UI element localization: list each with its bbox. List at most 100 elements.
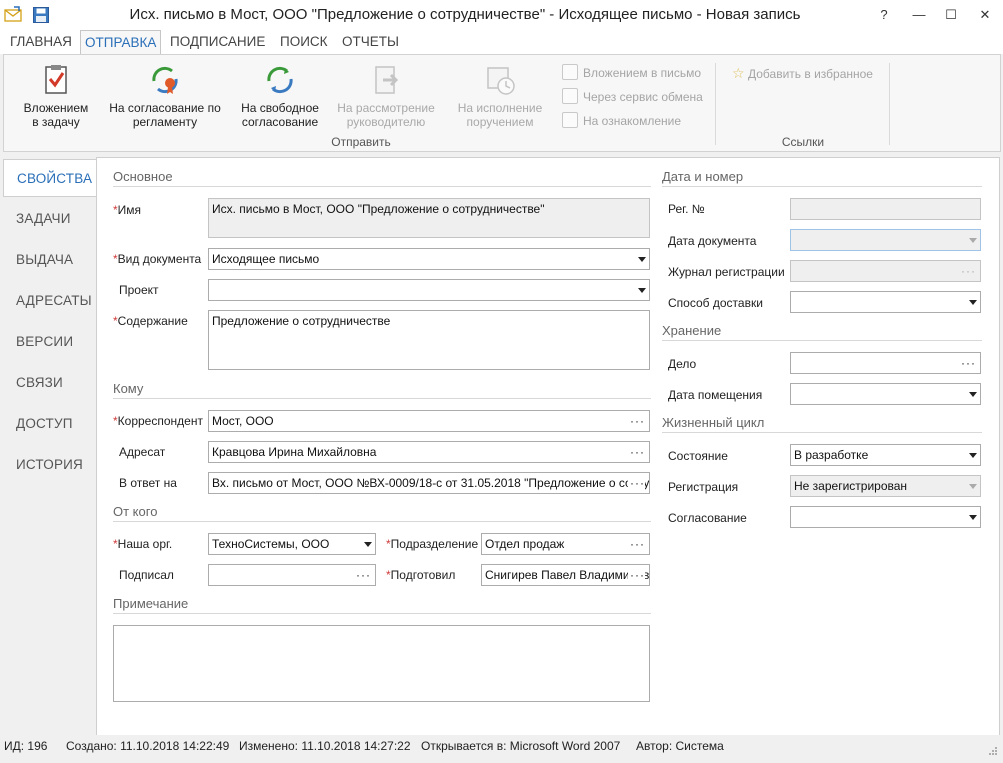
addressee-field[interactable]: Кравцова Ирина Михайловна ··· xyxy=(208,441,650,463)
name-field[interactable]: Исх. письмо в Мост, ООО "Предложение о с… xyxy=(208,198,650,238)
star-icon: ☆ xyxy=(732,65,745,81)
ribbon-separator xyxy=(889,63,890,145)
reply-to-value: Вх. письмо от Мост, ООО №ВХ-0009/18-с от… xyxy=(212,476,649,490)
section-storage: Хранение xyxy=(662,323,722,338)
window-title: Исх. письмо в Мост, ООО "Предложение о с… xyxy=(129,6,801,23)
attach-to-task-label2: в задачу xyxy=(32,115,80,129)
ribbon-tabs: ГЛАВНАЯ ОТПРАВКА ПОДПИСАНИЕ ПОИСК ОТЧЕТЫ xyxy=(0,30,1003,55)
case-field[interactable]: ··· xyxy=(790,352,981,374)
approval-select[interactable] xyxy=(790,506,981,528)
content-textarea[interactable]: Предложение о сотрудничестве xyxy=(208,310,650,370)
ellipsis-icon[interactable]: ··· xyxy=(356,565,371,585)
tab-signing[interactable]: ПОДПИСАНИЕ xyxy=(166,30,269,54)
section-divider xyxy=(662,186,982,187)
nav-tasks[interactable]: ЗАДАЧИ xyxy=(3,200,97,238)
ellipsis-icon[interactable]: ··· xyxy=(630,534,645,554)
section-from: От кого xyxy=(113,504,158,519)
placed-date-select[interactable] xyxy=(790,383,981,405)
nav-history[interactable]: ИСТОРИЯ xyxy=(3,446,97,484)
attach-to-task-button[interactable]: Вложением в задачу xyxy=(6,61,106,129)
exchange-icon xyxy=(562,88,578,104)
nav-access[interactable]: ДОСТУП xyxy=(3,405,97,443)
route-approval-button[interactable]: На согласование по регламенту xyxy=(108,61,222,129)
free-approval-button[interactable]: На свободное согласование xyxy=(230,61,330,129)
section-lifecycle: Жизненный цикл xyxy=(662,415,765,430)
chevron-down-icon xyxy=(969,453,977,458)
department-field[interactable]: Отдел продаж ··· xyxy=(481,533,650,555)
attach-to-task-label1: Вложением xyxy=(23,101,89,115)
nav-issue[interactable]: ВЫДАЧА xyxy=(3,241,97,279)
correspondent-field[interactable]: Мост, ООО ··· xyxy=(208,410,650,432)
nav-versions[interactable]: ВЕРСИИ xyxy=(3,323,97,361)
title-bar: Исх. письмо в Мост, ООО "Предложение о с… xyxy=(0,0,1003,30)
doctype-select[interactable]: Исходящее письмо xyxy=(208,248,650,270)
signed-field[interactable]: ··· xyxy=(208,564,376,586)
ellipsis-icon: ··· xyxy=(961,264,976,278)
execution-order-label1: На исполнение xyxy=(457,101,543,115)
chevron-down-icon xyxy=(638,257,646,262)
delivery-select[interactable] xyxy=(790,291,981,313)
ellipsis-icon[interactable]: ··· xyxy=(630,442,645,462)
route-approval-label1: На согласование по xyxy=(109,101,221,115)
tab-search[interactable]: ПОИСК xyxy=(276,30,332,54)
minimize-button[interactable]: — xyxy=(904,4,934,26)
tab-send[interactable]: ОТПРАВКА xyxy=(80,30,162,55)
reply-to-label: В ответ на xyxy=(119,476,177,490)
department-value: Отдел продаж xyxy=(485,537,565,551)
status-id: ИД: 196 xyxy=(4,739,48,753)
tab-main[interactable]: ГЛАВНАЯ xyxy=(6,30,76,54)
chevron-down-icon xyxy=(969,238,977,243)
section-to: Кому xyxy=(113,381,144,396)
project-select[interactable] xyxy=(208,279,650,301)
section-note: Примечание xyxy=(113,596,189,611)
section-main: Основное xyxy=(113,169,173,184)
attach-to-email-button: Вложением в письмо xyxy=(562,63,701,83)
links-group-label: Ссылки xyxy=(781,135,825,149)
nav-properties[interactable]: СВОЙСТВА xyxy=(3,159,98,197)
ellipsis-icon[interactable]: ··· xyxy=(628,565,645,585)
tab-reports[interactable]: ОТЧЕТЫ xyxy=(338,30,403,54)
ellipsis-icon[interactable]: ··· xyxy=(630,411,645,431)
reply-to-field[interactable]: Вх. письмо от Мост, ООО №ВХ-0009/18-с от… xyxy=(208,472,650,494)
document-forward-icon xyxy=(369,63,403,97)
status-bar: ИД: 196 Создано: 11.10.2018 14:22:49 Изм… xyxy=(0,735,1003,757)
org-label: *Наша орг. xyxy=(113,537,173,551)
maximize-button[interactable]: ☐ xyxy=(936,4,966,26)
state-value: В разработке xyxy=(794,448,869,462)
chevron-down-icon xyxy=(638,288,646,293)
status-modified: Изменено: 11.10.2018 14:27:22 xyxy=(239,739,411,753)
department-label: *Подразделение xyxy=(386,537,479,551)
close-button[interactable]: ✕ xyxy=(970,4,1000,26)
execution-order-label2: поручением xyxy=(466,115,534,129)
chevron-down-icon xyxy=(969,515,977,520)
checklist-icon xyxy=(39,63,73,97)
registration-label: Регистрация xyxy=(668,480,739,494)
route-approval-icon xyxy=(148,63,182,97)
registration-select: Не зарегистрирован xyxy=(790,475,981,497)
manager-review-label2: руководителю xyxy=(346,115,426,129)
help-button[interactable]: ? xyxy=(869,4,899,26)
nav-links[interactable]: СВЯЗИ xyxy=(3,364,97,402)
free-approval-label1: На свободное xyxy=(241,101,319,115)
correspondent-label: *Корреспондент xyxy=(113,414,203,428)
left-navigation: СВОЙСТВА ЗАДАЧИ ВЫДАЧА АДРЕСАТЫ ВЕРСИИ С… xyxy=(3,157,98,735)
manager-review-label1: На рассмотрение xyxy=(337,101,435,115)
content-label: *Содержание xyxy=(113,314,188,328)
route-approval-label2: регламенту xyxy=(132,115,198,129)
chevron-down-icon xyxy=(364,542,372,547)
org-select[interactable]: ТехноСистемы, ООО xyxy=(208,533,376,555)
chevron-down-icon xyxy=(969,392,977,397)
resize-grip-icon[interactable] xyxy=(988,741,998,755)
acquaintance-button: На ознакомление xyxy=(562,111,681,131)
manager-review-button: На рассмотрение руководителю xyxy=(336,61,436,129)
nav-addressees[interactable]: АДРЕСАТЫ xyxy=(3,282,97,320)
doctype-value: Исходящее письмо xyxy=(212,252,320,266)
ellipsis-icon[interactable]: ··· xyxy=(961,353,976,373)
prepared-field[interactable]: Снигирев Павел Владимирович ··· xyxy=(481,564,650,586)
note-textarea[interactable] xyxy=(113,625,650,702)
add-to-favorites-button: ☆ Добавить в избранное xyxy=(732,63,873,83)
status-opens-in: Открывается в: Microsoft Word 2007 xyxy=(421,739,621,753)
state-select[interactable]: В разработке xyxy=(790,444,981,466)
ellipsis-icon[interactable]: ··· xyxy=(628,473,645,493)
acquaintance-label: На ознакомление xyxy=(583,114,682,128)
